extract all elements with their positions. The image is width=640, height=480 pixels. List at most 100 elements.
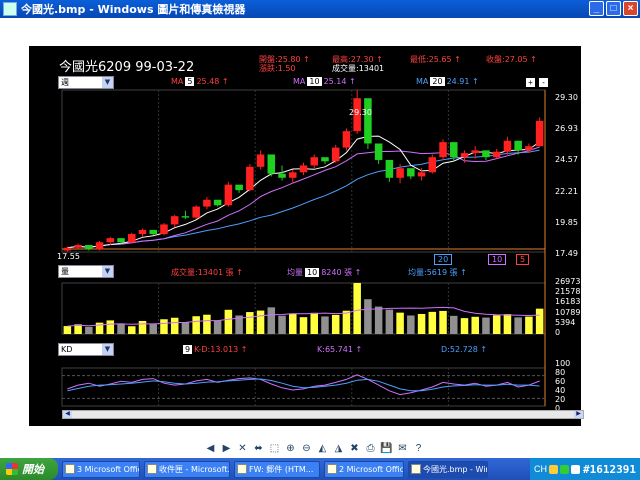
volume-bar <box>342 310 351 334</box>
volume-bar <box>149 324 157 334</box>
candle-body <box>192 206 200 218</box>
candle-body <box>460 153 469 158</box>
ma20-value: 24.91 ↑ <box>446 77 479 86</box>
window-icon <box>237 463 247 474</box>
save-icon[interactable]: 💾 <box>380 442 393 455</box>
kd-period-input[interactable]: 9 <box>183 345 193 354</box>
window-icon <box>65 463 75 474</box>
candle-body <box>117 238 125 243</box>
print-icon[interactable]: ⎙ <box>364 442 377 455</box>
taskbar-item[interactable]: FW: 郵件 (HTM... <box>234 460 320 478</box>
volume-ma-a-value: 8240 張 ↑ <box>321 268 362 277</box>
volume-select[interactable]: 量 ▼ <box>58 265 114 278</box>
volume-bar <box>170 317 179 334</box>
ma5-legend: MA 5 25.48 ↑ <box>171 77 229 86</box>
help-icon[interactable]: ? <box>412 442 425 455</box>
ma10-period-input[interactable]: 10 <box>307 77 322 86</box>
low-price-label: 17.55 <box>57 252 80 261</box>
previous-icon[interactable]: ◀ <box>204 442 217 455</box>
chart-scrollbar[interactable]: ◀ ▶ <box>62 410 584 419</box>
axis-tick-label: 10789 <box>555 307 581 317</box>
start-button[interactable]: 開始 <box>0 458 58 480</box>
taskbar-item[interactable]: 收件匣 - Microsoft... <box>144 460 230 478</box>
zoom-out-icon[interactable]: ⊖ <box>300 442 313 455</box>
volume-bar <box>181 322 190 334</box>
ime-indicator[interactable]: CH <box>534 464 547 474</box>
tray-icon[interactable] <box>560 464 569 474</box>
candle-body <box>181 216 190 218</box>
rotate-icon[interactable]: ⬌ <box>252 442 265 455</box>
volume-bar <box>321 316 329 334</box>
close-button[interactable]: × <box>623 1 638 16</box>
volume-bar <box>353 283 361 334</box>
volume-bar <box>364 299 372 334</box>
start-label: 開始 <box>22 464 44 476</box>
window-controls: _ □ × <box>589 1 638 16</box>
zoom-out-button[interactable]: - <box>539 78 548 87</box>
ma10-line <box>67 146 540 249</box>
tray-icon[interactable] <box>571 464 580 474</box>
candle-body <box>224 184 233 206</box>
maximize-button[interactable]: □ <box>606 1 621 16</box>
volume-bar <box>289 313 297 334</box>
volume-ma-b-value: 5619 張 ↑ <box>426 268 467 277</box>
zoom-in-button[interactable]: + <box>526 78 535 87</box>
axis-tick-label: 20 <box>555 395 566 404</box>
volume-bar <box>331 314 340 334</box>
ma20-period-input[interactable]: 20 <box>430 77 445 86</box>
image-viewer: 今國光6209 99-03-22 開盤:25.80 ↑ 漲跌:1.50 最高:2… <box>0 18 640 438</box>
scroll-right-icon[interactable]: ▶ <box>574 411 583 418</box>
volume-ma-a-period[interactable]: 10 <box>305 268 320 277</box>
rotate-right-icon[interactable]: ◮ <box>332 442 345 455</box>
fit-icon[interactable]: ⬚ <box>268 442 281 455</box>
chevron-down-icon: ▼ <box>102 344 113 355</box>
candle-body <box>417 172 426 177</box>
volume-total: 成交量:13401 <box>332 64 385 73</box>
candle-body <box>492 151 501 158</box>
period-select-value: 週 <box>61 78 69 87</box>
taskbar-item-label: 3 Microsoft Office... <box>77 464 139 474</box>
watermark-stamp: #1612391 <box>583 463 636 476</box>
ma5-period-input[interactable]: 5 <box>185 77 195 86</box>
candle-body <box>428 157 437 173</box>
taskbar-item-label: 今國光.bmp - Win... <box>423 464 487 474</box>
volume-bar <box>117 323 125 334</box>
scroll-left-icon[interactable]: ◀ <box>63 411 72 418</box>
candle-body <box>106 238 115 243</box>
volume-bar <box>267 307 276 334</box>
close-icon[interactable]: ✖ <box>348 442 361 455</box>
email-icon[interactable]: ✉ <box>396 442 409 455</box>
volume-bar <box>278 315 286 334</box>
candle-body <box>535 120 544 147</box>
rotate-left-icon[interactable]: ◭ <box>316 442 329 455</box>
period-select[interactable]: 週 ▼ <box>58 76 114 89</box>
volume-bar <box>128 326 136 334</box>
delete-icon[interactable]: ✕ <box>236 442 249 455</box>
volume-bar <box>514 317 522 334</box>
zoom-in-icon[interactable]: ⊕ <box>284 442 297 455</box>
window-titlebar: 今國光.bmp - Windows 圖片和傳真檢視器 _ □ × <box>0 0 640 18</box>
volume-bar <box>213 320 222 334</box>
ma-marker: 10 <box>488 254 507 265</box>
volume-bar <box>407 315 415 334</box>
chart-canvas <box>61 89 546 407</box>
candle-body <box>95 242 104 250</box>
candle-body <box>407 168 415 177</box>
taskbar-item[interactable]: 3 Microsoft Office... <box>62 460 140 478</box>
volume-bar <box>482 317 490 334</box>
tray-icon[interactable] <box>549 464 558 474</box>
candle-body <box>471 150 479 154</box>
volume-bar <box>535 308 544 334</box>
taskbar-item[interactable]: 2 Microsoft Offic... <box>324 460 404 478</box>
volume-bar <box>471 316 479 334</box>
close-price: 收盤:27.05 ↑ <box>486 55 537 64</box>
volume-bar <box>138 320 147 334</box>
candle-body <box>235 184 243 191</box>
axis-tick-label: 0 <box>555 328 561 337</box>
taskbar-item[interactable]: 今國光.bmp - Win... <box>408 460 488 478</box>
axis-tick-label: 21578 <box>555 287 581 297</box>
candle-body <box>364 98 372 144</box>
indicator-select[interactable]: KD ▼ <box>58 343 114 356</box>
next-icon[interactable]: ▶ <box>220 442 233 455</box>
minimize-button[interactable]: _ <box>589 1 604 16</box>
